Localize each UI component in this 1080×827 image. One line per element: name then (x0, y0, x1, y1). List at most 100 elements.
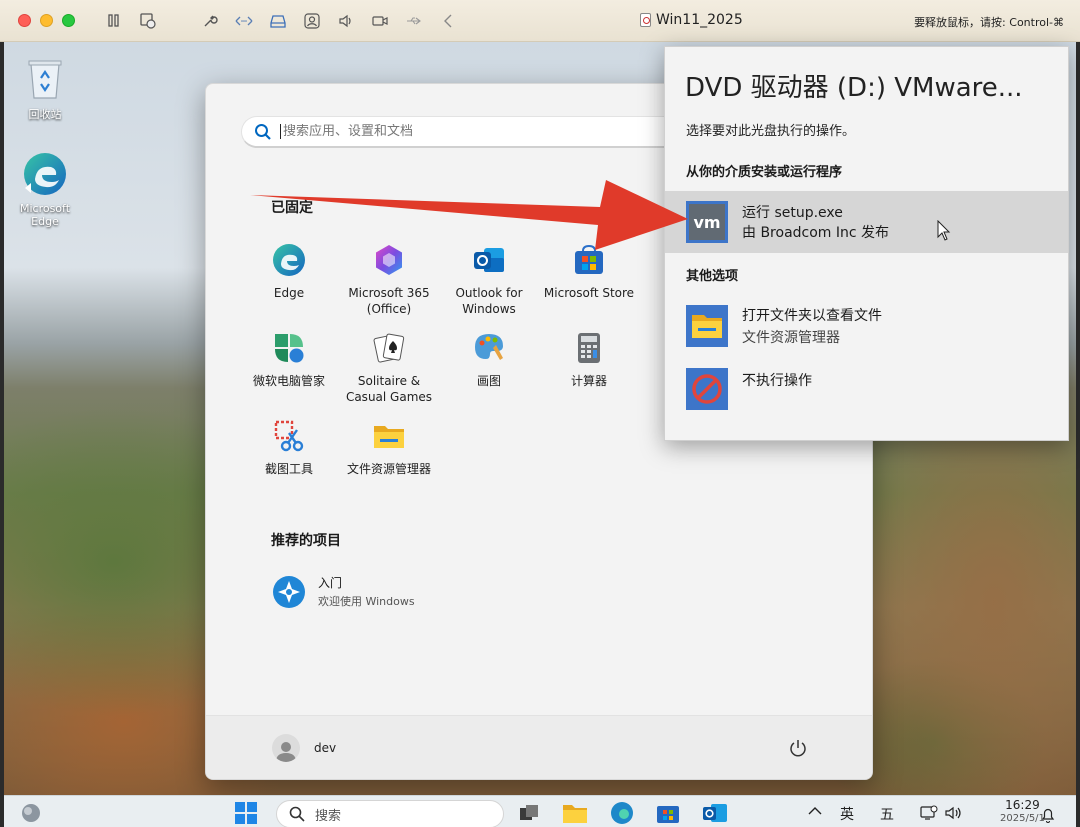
ime-language-indicator[interactable]: 英 (840, 804, 854, 824)
user-account-button[interactable]: dev (272, 734, 336, 762)
open-folder-title: 打开文件夹以查看文件 (742, 308, 882, 324)
recommended-section-title: 推荐的项目 (271, 533, 341, 549)
app-label: Solitaire & Casual Games (345, 374, 433, 404)
taskbar-edge-icon[interactable] (610, 802, 634, 824)
folder-icon (686, 305, 728, 347)
edge-icon (21, 150, 69, 198)
annotation-arrow (250, 180, 688, 250)
app-label: 画图 (476, 374, 501, 388)
taskbar-search-box[interactable]: 搜索 (276, 800, 504, 827)
release-mouse-hint: 要释放鼠标，请按: Control-⌘ (914, 16, 1064, 29)
taskbar-clock[interactable]: 16:29 2025/5/1 (1000, 798, 1045, 826)
svg-text:vm: vm (693, 213, 720, 232)
get-started-icon (273, 575, 305, 608)
user-icon (276, 742, 296, 762)
ime-mode-indicator[interactable]: 五 (880, 804, 894, 824)
option-run-setup[interactable]: vm 运行 setup.exe 由 Broadcom Inc 发布 (665, 191, 1068, 253)
app-label: Microsoft Store (543, 286, 635, 300)
search-icon (255, 123, 271, 140)
usb-icon[interactable] (397, 8, 431, 34)
app-label: Edge (273, 286, 305, 300)
clock-date: 2025/5/1 (1000, 813, 1045, 824)
option-open-folder[interactable]: 打开文件夹以查看文件 文件资源管理器 (665, 295, 1068, 357)
windows-logo-icon (235, 802, 257, 824)
vm-document-icon (640, 13, 651, 27)
taskbar-file-explorer-icon[interactable] (562, 802, 588, 824)
pause-icon[interactable] (97, 8, 131, 34)
option-take-no-action[interactable]: 不执行操作 (665, 358, 1068, 420)
desktop-icon-label: Microsoft Edge (19, 202, 71, 228)
wrench-icon[interactable] (193, 8, 227, 34)
taskbar-store-icon[interactable] (656, 802, 680, 824)
pinned-app-outlook[interactable]: Outlook for Windows (439, 242, 539, 317)
power-icon[interactable] (788, 738, 808, 758)
autoplay-title: DVD 驱动器 (D:) VMware... (685, 73, 1023, 103)
user-share-icon[interactable] (295, 8, 329, 34)
clock-time: 16:29 (1005, 798, 1040, 812)
other-options-title: 其他选项 (686, 269, 739, 284)
minimize-window-button[interactable] (40, 14, 53, 27)
chevron-left-icon[interactable] (431, 8, 465, 34)
pc-manager-icon (271, 330, 307, 366)
recommended-item-get-started[interactable]: 入门 欢迎使用 Windows (272, 574, 415, 609)
recycle-bin-icon (21, 54, 69, 102)
app-label: 截图工具 (264, 462, 313, 476)
app-label: 文件资源管理器 (346, 462, 431, 476)
app-label: Microsoft 365 (Office) (348, 286, 430, 316)
solitaire-icon (371, 330, 407, 366)
recommended-item-title: 入门 (318, 576, 343, 590)
desktop-icon-label: 回收站 (28, 108, 62, 121)
snapshot-icon[interactable] (131, 8, 165, 34)
paint-icon (471, 330, 507, 366)
vmware-icon: vm (686, 201, 728, 243)
desktop-icon-recycle-bin[interactable]: 回收站 (10, 54, 80, 122)
pinned-app-snipping-tool[interactable]: 截图工具 (239, 418, 339, 477)
run-setup-title: 运行 setup.exe (742, 205, 843, 221)
pinned-app-pc-manager[interactable]: 微软电脑管家 (239, 330, 339, 389)
network-icon[interactable] (227, 8, 261, 34)
window-title-text: Win11_2025 (656, 12, 743, 28)
calculator-icon (571, 330, 607, 366)
recommended-item-subtitle: 欢迎使用 Windows (318, 595, 415, 608)
app-label: Outlook for Windows (455, 286, 523, 316)
pinned-app-solitaire[interactable]: Solitaire & Casual Games (339, 330, 439, 405)
volume-icon[interactable] (944, 805, 964, 825)
speaker-icon[interactable] (329, 8, 363, 34)
autoplay-subtitle: 选择要对此光盘执行的操作。 (686, 124, 856, 139)
pinned-app-paint[interactable]: 画图 (439, 330, 539, 389)
pinned-app-edge[interactable]: Edge (239, 242, 339, 301)
pinned-app-store[interactable]: Microsoft Store (539, 242, 639, 301)
window-controls (18, 14, 75, 27)
start-menu-footer: dev (206, 715, 872, 779)
autoplay-dialog: DVD 驱动器 (D:) VMware... 选择要对此光盘执行的操作。 从你的… (664, 46, 1069, 441)
windows-taskbar: 搜索 英 五 16:29 2025/5/1 (4, 795, 1076, 827)
taskbar-outlook-icon[interactable] (702, 802, 728, 824)
start-button[interactable] (234, 802, 258, 824)
app-label: 计算器 (570, 374, 607, 388)
tray-expand-icon[interactable] (808, 804, 822, 820)
install-section-title: 从你的介质安装或运行程序 (686, 165, 843, 180)
close-window-button[interactable] (18, 14, 31, 27)
taskbar-search-placeholder: 搜索 (315, 808, 342, 824)
no-action-icon (686, 368, 728, 410)
widgets-icon[interactable] (20, 802, 42, 824)
task-view-icon[interactable] (518, 802, 540, 824)
open-folder-subtitle: 文件资源管理器 (742, 330, 840, 346)
app-label: 微软电脑管家 (252, 374, 325, 388)
user-name: dev (314, 741, 337, 755)
zoom-window-button[interactable] (62, 14, 75, 27)
snipping-tool-icon (271, 418, 307, 454)
window-title: Win11_2025 (640, 12, 743, 28)
search-icon (289, 806, 305, 822)
disk-icon[interactable] (261, 8, 295, 34)
desktop-icon-edge[interactable]: Microsoft Edge (10, 150, 80, 228)
pinned-app-m365[interactable]: Microsoft 365 (Office) (339, 242, 439, 317)
network-status-icon[interactable] (920, 805, 938, 825)
camera-icon[interactable] (363, 8, 397, 34)
pinned-app-file-explorer[interactable]: 文件资源管理器 (339, 418, 439, 477)
divider (165, 8, 193, 34)
pinned-app-calculator[interactable]: 计算器 (539, 330, 639, 389)
vm-toolbar (97, 8, 465, 34)
notification-bell-icon[interactable] (1040, 804, 1056, 826)
avatar (272, 734, 300, 762)
